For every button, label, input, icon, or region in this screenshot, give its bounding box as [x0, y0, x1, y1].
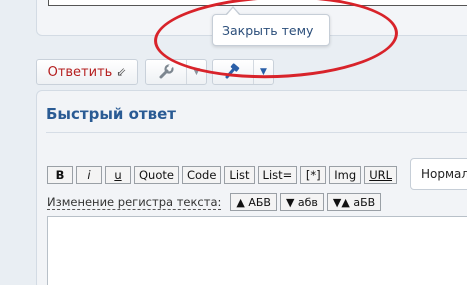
case-change-label: Изменение регистра текста:: [47, 194, 222, 210]
quick-reply-title: Быстрый ответ: [46, 105, 176, 123]
reply-button-label: Ответить: [47, 64, 113, 80]
invert-case-button[interactable]: ▼▲ аБВ: [326, 193, 382, 211]
bbcode-toolbar: B i u Quote Code List List= [*] Img URL: [47, 166, 398, 184]
bold-button[interactable]: B: [47, 166, 73, 184]
reply-button[interactable]: Ответить ⇙: [36, 59, 138, 85]
code-button[interactable]: Code: [181, 166, 222, 184]
reply-arrow-icon: ⇙: [116, 65, 127, 79]
italic-button[interactable]: i: [76, 166, 102, 184]
case-change-row: Изменение регистра текста: ▲ АБВ ▼ абв ▼…: [47, 193, 382, 211]
quick-reply-divider: [46, 132, 467, 133]
font-size-select-value: Нормал: [421, 167, 467, 181]
quote-button[interactable]: Quote: [134, 166, 179, 184]
list-item-button[interactable]: [*]: [300, 166, 327, 184]
underline-button[interactable]: u: [105, 166, 131, 184]
font-size-select[interactable]: Нормал: [410, 158, 467, 190]
image-button[interactable]: Img: [329, 166, 362, 184]
uppercase-button[interactable]: ▲ АБВ: [230, 193, 277, 211]
list-button[interactable]: List: [224, 166, 255, 184]
lowercase-button[interactable]: ▼ абв: [279, 193, 324, 211]
ordered-list-button[interactable]: List=: [257, 166, 298, 184]
url-button[interactable]: URL: [364, 166, 398, 184]
reply-textarea[interactable]: [47, 216, 467, 285]
